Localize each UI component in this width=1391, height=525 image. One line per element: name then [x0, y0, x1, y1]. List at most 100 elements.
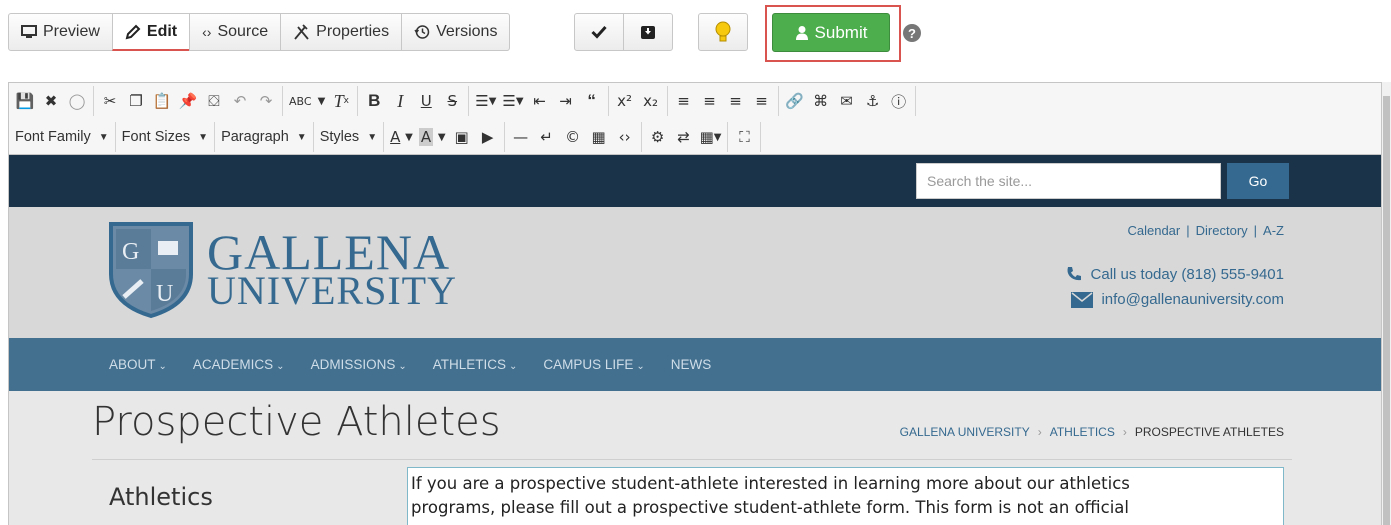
checkmark-icon [591, 25, 607, 39]
align-center-icon[interactable]: ≡ [697, 88, 723, 114]
page-title: Prospective Athletes [92, 399, 501, 445]
editable-content-region[interactable]: If you are a prospective student-athlete… [407, 467, 1284, 525]
breadcrumb-home[interactable]: GALLENA UNIVERSITY [900, 425, 1030, 439]
line-break-icon[interactable]: ↵ [534, 124, 560, 150]
properties-button[interactable]: Properties [280, 13, 403, 51]
preview-button[interactable]: Preview [8, 13, 113, 51]
sidebar-heading: Athletics [109, 483, 213, 511]
chevron-down-icon: ⌄ [636, 361, 645, 372]
user-icon [795, 26, 808, 40]
font-family-select[interactable]: Font Family ▼ [9, 124, 115, 150]
paste-icon[interactable]: 📋 [149, 88, 175, 114]
clear-formatting-icon[interactable]: Tx [328, 88, 354, 114]
chevron-down-icon: ⌄ [508, 361, 518, 372]
breadcrumb: GALLENA UNIVERSITY › ATHLETICS › PROSPECTIVE… [899, 425, 1284, 439]
blockquote-icon[interactable]: “ [579, 88, 605, 114]
strikethrough-icon[interactable]: S [439, 88, 465, 114]
font-sizes-select[interactable]: Font Sizes ▼ [116, 124, 214, 150]
email-link-icon[interactable]: ✉ [834, 88, 860, 114]
paste-text-icon[interactable]: 📌 [175, 88, 201, 114]
styles-select[interactable]: Styles ▼ [314, 124, 383, 150]
help-icon[interactable]: ? [903, 24, 921, 42]
breadcrumb-athletics[interactable]: ATHLETICS [1050, 425, 1115, 439]
copy-icon[interactable]: ❐ [123, 88, 149, 114]
breadcrumb-current: PROSPECTIVE ATHLETES [1134, 425, 1284, 439]
code-icon: ‹› [202, 24, 212, 40]
site-main-nav: ABOUT ⌄ ACADEMICS ⌄ ADMISSIONS ⌄ ATHLETICS ⌄… [9, 338, 1381, 391]
wysiwyg-editor: 💾 ✖ ◯ ✂ ❐ 📋 📌 ⛋ ↶ ↷ ABC ▼ Tx B I U S ☰ ▼… [8, 82, 1382, 525]
fullscreen-icon[interactable]: ⛶ [731, 124, 757, 150]
spellcheck-icon[interactable]: ABC ▼ [286, 88, 328, 114]
copyright-icon[interactable]: © [560, 124, 586, 150]
phone-contact: Call us today (818) 555-9401 [1065, 265, 1284, 283]
toggle-icon[interactable]: ⇄ [671, 124, 697, 150]
toolbar-row-1: 💾 ✖ ◯ ✂ ❐ 📋 📌 ⛋ ↶ ↷ ABC ▼ Tx B I U S ☰ ▼… [9, 83, 916, 119]
svg-text:G: G [122, 239, 139, 265]
a-z-link[interactable]: A-Z [1263, 223, 1284, 238]
nav-item-about[interactable]: ABOUT ⌄ [109, 357, 167, 372]
align-left-icon[interactable]: ≡ [671, 88, 697, 114]
link-icon[interactable]: 🔗 [782, 88, 808, 114]
nav-item-admissions[interactable]: ADMISSIONS ⌄ [311, 357, 407, 372]
history-icon [414, 25, 430, 39]
nav-item-news[interactable]: NEWS [671, 357, 712, 372]
nav-item-campus-life[interactable]: CAMPUS LIFE ⌄ [543, 357, 644, 372]
nav-item-athletics[interactable]: ATHLETICS ⌄ [433, 357, 518, 372]
action-group [574, 13, 673, 51]
subscript-icon[interactable]: x₂ [638, 88, 664, 114]
go-button[interactable]: Go [1227, 163, 1289, 199]
image-icon[interactable]: ▣ [449, 124, 475, 150]
globe-icon[interactable]: ◯ [64, 88, 90, 114]
logo-wordmark-line2: UNIVERSITY [207, 268, 457, 313]
title-divider [92, 459, 1292, 460]
source-button[interactable]: ‹› Source [189, 13, 282, 51]
help-circle-icon[interactable]: ⓘ [886, 88, 912, 114]
unlink-icon[interactable]: ⌘ [808, 88, 834, 114]
versions-button[interactable]: Versions [401, 13, 511, 51]
anchor-icon[interactable]: ⚓ [860, 88, 886, 114]
submit-button[interactable]: Submit [772, 13, 890, 52]
archive-icon [641, 25, 655, 39]
nav-item-academics[interactable]: ACADEMICS ⌄ [193, 357, 285, 372]
underline-icon[interactable]: U [413, 88, 439, 114]
toolbar-row-2: Font Family ▼ Font Sizes ▼ Paragraph ▼ Styl… [9, 119, 762, 155]
find-icon[interactable]: ⛋ [201, 88, 227, 114]
paragraph-select[interactable]: Paragraph ▼ [215, 124, 313, 150]
chevron-down-icon: ⌄ [276, 361, 285, 372]
bold-icon[interactable]: B [361, 88, 387, 114]
body-text-line: If you are a prospective student-athlete… [411, 474, 1130, 493]
superscript-icon[interactable]: x² [612, 88, 638, 114]
media-icon[interactable]: ▶ [475, 124, 501, 150]
indent-icon[interactable]: ⇥ [553, 88, 579, 114]
numbered-list-icon[interactable]: ☰ ▼ [499, 88, 526, 114]
template-icon[interactable]: ▦ [586, 124, 612, 150]
check-button[interactable] [574, 13, 624, 51]
plugin-icon[interactable]: ⚙ [645, 124, 671, 150]
align-right-icon[interactable]: ≡ [723, 88, 749, 114]
cut-icon[interactable]: ✂ [97, 88, 123, 114]
site-header: G U GALLENA UNIVERSITY Calendar | Director… [9, 207, 1381, 338]
lightbulb-button[interactable] [698, 13, 748, 51]
phone-icon [1067, 267, 1081, 281]
utility-links: Calendar | Directory | A-Z [1127, 223, 1284, 238]
align-justify-icon[interactable]: ≡ [749, 88, 775, 114]
table-icon[interactable]: ▦ ▼ [697, 124, 725, 150]
calendar-link[interactable]: Calendar [1127, 223, 1180, 238]
page-body: Prospective Athletes GALLENA UNIVERSITY ›… [9, 391, 1381, 525]
bullet-list-icon[interactable]: ☰ ▼ [472, 88, 499, 114]
code-view-icon[interactable]: ‹› [612, 124, 638, 150]
edit-button[interactable]: Edit [111, 13, 191, 51]
archive-button[interactable] [623, 13, 673, 51]
background-color-icon[interactable]: A ▼ [416, 124, 449, 150]
outdent-icon[interactable]: ⇤ [527, 88, 553, 114]
directory-link[interactable]: Directory [1196, 223, 1248, 238]
undo-icon[interactable]: ↶ [227, 88, 253, 114]
redo-icon[interactable]: ↷ [253, 88, 279, 114]
search-input[interactable]: Search the site... [916, 163, 1221, 199]
save-icon[interactable]: 💾 [12, 88, 38, 114]
horizontal-rule-icon[interactable]: — [508, 124, 534, 150]
text-color-icon[interactable]: A ▼ [387, 124, 416, 150]
italic-icon[interactable]: I [387, 88, 413, 114]
cancel-icon[interactable]: ✖ [38, 88, 64, 114]
scrollbar-thumb[interactable] [1383, 96, 1390, 525]
